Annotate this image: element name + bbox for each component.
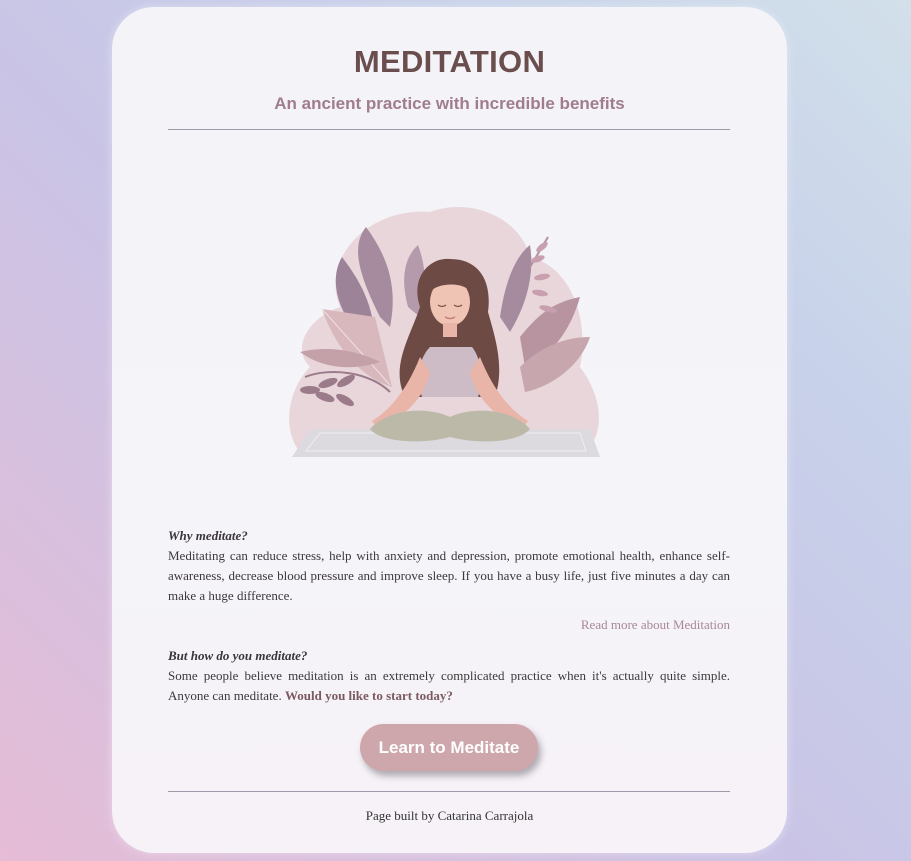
footer-credit: Page built by Catarina Carrajola [365,808,534,823]
learn-to-meditate-button[interactable]: Learn to Meditate [360,724,538,771]
read-more-link[interactable]: Read more about Meditation [581,617,730,633]
page-title: MEDITATION [353,44,546,79]
divider-bottom [168,791,730,792]
page-subtitle: An ancient practice with incredible bene… [274,94,625,113]
why-text: Meditating can reduce stress, help with … [168,548,730,603]
how-heading: But how do you meditate? [168,648,308,663]
meditation-illustration [289,207,600,457]
divider-top [168,129,730,130]
cta-question: Would you like to start today? [284,688,453,703]
main-card: MEDITATION An ancient practice with incr… [112,7,787,853]
how-paragraph: Some people believe meditation is an ext… [168,666,730,706]
why-heading: Why meditate? [168,528,248,543]
